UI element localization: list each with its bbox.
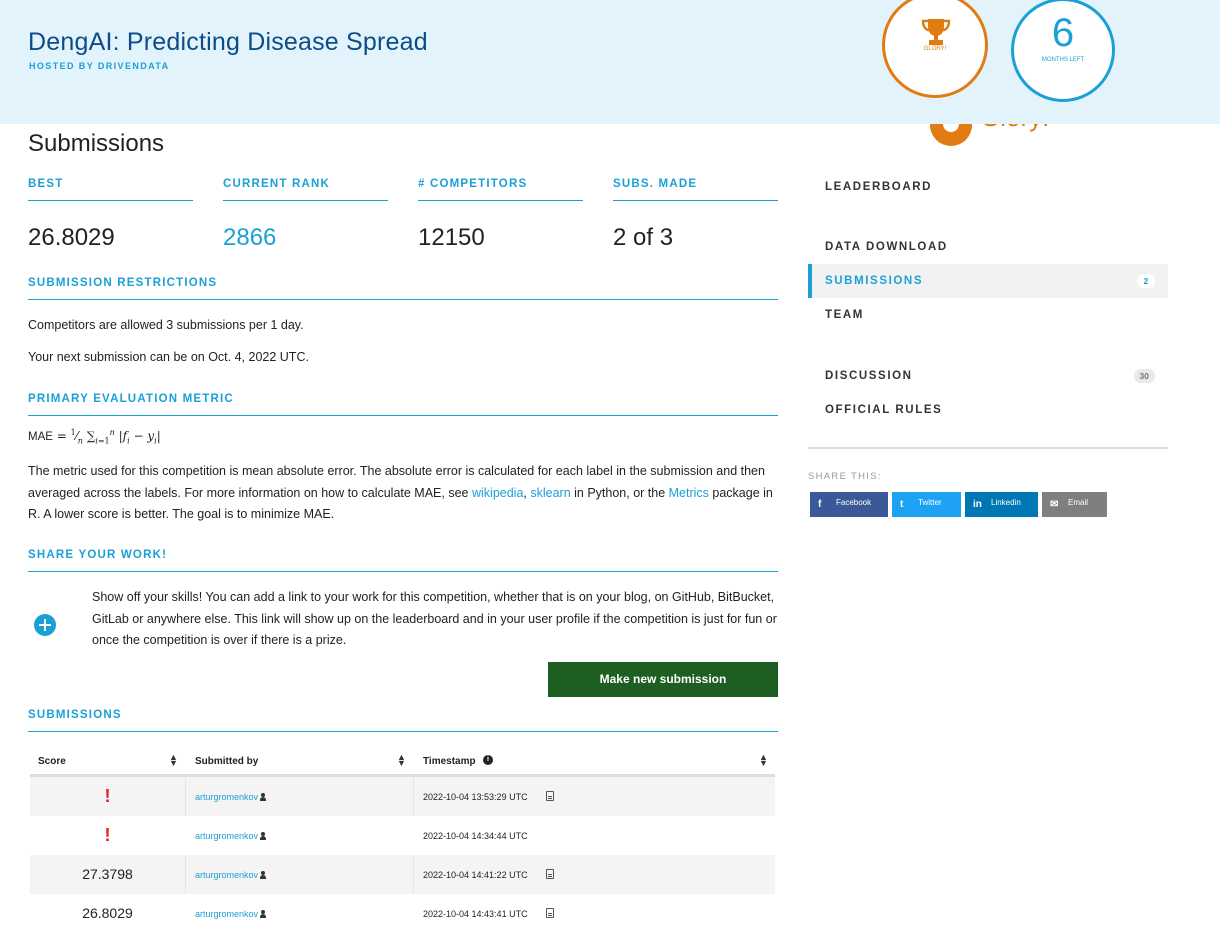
sidebar-item-official-rules[interactable]: OFFICIAL RULES xyxy=(808,393,1168,427)
table-row: 27.3798 arturgromenkov 2022-10-04 14:41:… xyxy=(30,855,775,894)
share-work-heading: SHARE YOUR WORK! xyxy=(28,549,778,572)
column-submitted-by[interactable]: Submitted by xyxy=(195,756,258,767)
stat-rank-value[interactable]: 2866 xyxy=(223,224,388,252)
stat-subs-label: SUBS. MADE xyxy=(613,178,778,201)
twitter-icon: t xyxy=(900,499,904,510)
restrictions-heading: SUBMISSION RESTRICTIONS xyxy=(28,277,778,300)
info-icon[interactable]: i xyxy=(483,755,493,765)
glory-prize-banner: Glory! xyxy=(930,124,1070,148)
user-icon xyxy=(260,871,267,879)
sidebar-item-discussion[interactable]: DISCUSSION 30 xyxy=(808,359,1168,393)
share-this-label: SHARE THIS: xyxy=(808,471,882,482)
formula-expression: = 1⁄n ∑i=1n |fi − yi| xyxy=(56,428,161,446)
user-icon xyxy=(260,910,267,918)
share-email-button[interactable]: ✉ Email xyxy=(1042,492,1107,517)
sidebar-item-team[interactable]: TEAM xyxy=(808,298,1168,332)
formula-label: MAE xyxy=(28,431,53,443)
submissions-heading: SUBMISSIONS xyxy=(28,709,778,732)
table-header: Score ▲ ▼ Submitted by ▲ ▼ Timestamp i ▲ ▼ xyxy=(30,745,775,777)
discussion-count-badge: 30 xyxy=(1133,369,1155,383)
stat-best-label: BEST xyxy=(28,178,193,201)
sort-submitted-by-icon[interactable]: ▲ ▼ xyxy=(397,753,406,768)
submissions-count-badge: 2 xyxy=(1137,274,1155,288)
sort-timestamp-icon[interactable]: ▲ ▼ xyxy=(759,753,768,768)
trophy-icon xyxy=(921,19,951,45)
sidebar-divider xyxy=(808,447,1168,449)
row-user-link[interactable]: arturgromenkov xyxy=(195,870,267,880)
submissions-table: Score ▲ ▼ Submitted by ▲ ▼ Timestamp i ▲ ▼ … xyxy=(30,745,775,929)
sidebar-item-data-download[interactable]: DATA DOWNLOAD xyxy=(808,230,1168,264)
share-facebook-button[interactable]: f Facebook xyxy=(810,492,888,517)
row-timestamp: 2022-10-04 14:43:41 UTC xyxy=(423,909,528,919)
months-left-number: 6 xyxy=(1051,11,1075,55)
restrictions-line-1: Competitors are allowed 3 submissions pe… xyxy=(28,318,304,332)
column-score[interactable]: Score xyxy=(38,756,66,767)
competition-title[interactable]: DengAI: Predicting Disease Spread xyxy=(28,28,428,57)
hosted-by[interactable]: HOSTED BY DRIVENDATA xyxy=(29,61,170,71)
metrics-package-link[interactable]: Metrics xyxy=(669,486,709,500)
error-icon: ! xyxy=(104,825,111,845)
row-score: ! xyxy=(30,816,185,855)
user-icon xyxy=(260,793,267,801)
glory-badge: GLORY! xyxy=(882,0,988,98)
email-icon: ✉ xyxy=(1050,499,1059,510)
stat-rank-label: CURRENT RANK xyxy=(223,178,388,201)
table-row: 26.8029 arturgromenkov 2022-10-04 14:43:… xyxy=(30,894,775,929)
competition-header: DengAI: Predicting Disease Spread HOSTED… xyxy=(0,0,1220,124)
share-twitter-button[interactable]: t Twitter xyxy=(892,492,961,517)
facebook-icon: f xyxy=(818,499,822,510)
stat-competitors-value: 12150 xyxy=(418,224,485,251)
metric-heading: PRIMARY EVALUATION METRIC xyxy=(28,393,778,416)
months-left-badge: 6 MONTHS LEFT xyxy=(1011,0,1115,102)
row-score: ! xyxy=(30,777,185,816)
months-left-label: MONTHS LEFT xyxy=(1041,57,1085,63)
restrictions-line-2: Your next submission can be on Oct. 4, 2… xyxy=(28,350,309,364)
stat-best: BEST 26.8029 xyxy=(28,178,193,252)
table-row: ! arturgromenkov 2022-10-04 14:34:44 UTC xyxy=(30,816,775,855)
sidebar-item-leaderboard[interactable]: LEADERBOARD xyxy=(808,170,1168,204)
glory-prize-text: Glory! xyxy=(980,124,1049,133)
stat-best-value: 26.8029 xyxy=(28,224,115,251)
row-score: 26.8029 xyxy=(82,905,133,921)
share-work-text: Show off your skills! You can add a link… xyxy=(92,590,777,647)
share-linkedin-button[interactable]: in Linkedin xyxy=(965,492,1038,517)
row-timestamp: 2022-10-04 14:34:44 UTC xyxy=(423,831,528,841)
mae-formula: MAE = 1⁄n ∑i=1n |fi − yi| xyxy=(28,428,161,445)
row-timestamp: 2022-10-04 13:53:29 UTC xyxy=(423,792,528,802)
file-icon[interactable] xyxy=(546,869,554,879)
row-user-link[interactable]: arturgromenkov xyxy=(195,909,267,919)
file-icon[interactable] xyxy=(546,791,554,801)
table-row: ! arturgromenkov 2022-10-04 13:53:29 UTC xyxy=(30,777,775,816)
wikipedia-link[interactable]: wikipedia xyxy=(472,486,523,500)
stat-subs-value: 2 of 3 xyxy=(613,224,674,251)
stat-current-rank: CURRENT RANK 2866 xyxy=(223,178,388,252)
stat-competitors: # COMPETITORS 12150 xyxy=(418,178,583,252)
stat-competitors-label: # COMPETITORS xyxy=(418,178,583,201)
stat-subs-made: SUBS. MADE 2 of 3 xyxy=(613,178,778,252)
sidebar-item-submissions[interactable]: SUBMISSIONS 2 xyxy=(808,264,1168,298)
error-icon: ! xyxy=(104,786,111,806)
row-timestamp: 2022-10-04 14:41:22 UTC xyxy=(423,870,528,880)
user-icon xyxy=(260,832,267,840)
linkedin-icon: in xyxy=(973,499,982,510)
glory-label: GLORY! xyxy=(923,46,947,52)
add-link-plus-icon[interactable] xyxy=(34,614,56,636)
file-icon[interactable] xyxy=(546,908,554,918)
row-user-link[interactable]: arturgromenkov xyxy=(195,831,267,841)
metric-description: The metric used for this competition is … xyxy=(28,464,773,521)
make-new-submission-button[interactable]: Make new submission xyxy=(548,662,778,697)
row-user-link[interactable]: arturgromenkov xyxy=(195,792,267,802)
sklearn-link[interactable]: sklearn xyxy=(530,486,570,500)
column-timestamp[interactable]: Timestamp xyxy=(423,756,476,767)
page-title: Submissions xyxy=(28,130,165,157)
row-score: 27.3798 xyxy=(82,866,133,882)
sort-score-icon[interactable]: ▲ ▼ xyxy=(169,753,178,768)
